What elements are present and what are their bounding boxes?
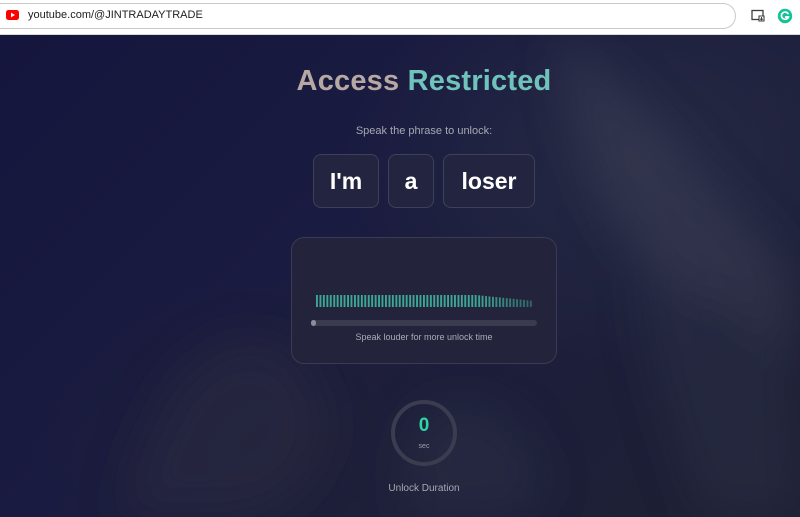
- meter-bar: [523, 299, 525, 307]
- meter-bar: [502, 297, 505, 307]
- meter-bar: [454, 295, 456, 307]
- meter-bar: [498, 297, 501, 307]
- youtube-icon: [6, 10, 19, 20]
- meter-bar: [519, 299, 522, 307]
- meter-bar: [460, 295, 463, 307]
- meter-bar: [436, 295, 439, 307]
- meter-bar: [505, 298, 508, 307]
- meter-bar: [526, 300, 529, 307]
- url-text[interactable]: youtube.com/@JINTRADAYTRADE: [28, 9, 203, 21]
- meter-bar: [471, 295, 474, 307]
- meter-bar: [326, 295, 329, 307]
- meter-bar: [516, 299, 518, 307]
- media-download-icon[interactable]: [750, 8, 766, 24]
- meter-bar: [481, 295, 484, 307]
- access-restricted-page: Access Restricted Speak the phrase to un…: [0, 35, 800, 517]
- meter-bar: [474, 295, 477, 307]
- meter-bar: [450, 295, 453, 307]
- meter-bar: [405, 295, 408, 307]
- timer-value: 0: [418, 415, 430, 436]
- unlock-duration-label: Unlock Duration: [388, 483, 460, 494]
- meter-bar: [509, 298, 512, 307]
- meter-bar: [398, 295, 401, 307]
- meter-bar: [492, 296, 494, 307]
- meter-bar: [443, 295, 446, 307]
- meter-bar: [360, 295, 363, 307]
- meter-bar: [426, 295, 429, 307]
- meter-bar: [412, 295, 415, 307]
- audio-level-meter: [316, 295, 532, 307]
- meter-bar: [388, 295, 391, 307]
- meter-bar: [440, 295, 443, 307]
- meter-bar: [485, 296, 487, 307]
- meter-bar: [391, 295, 394, 307]
- meter-bar: [329, 295, 332, 307]
- meter-bar: [316, 295, 318, 307]
- meter-bar: [367, 295, 370, 307]
- meter-bar: [333, 295, 336, 307]
- meter-bar: [529, 300, 532, 307]
- unlock-progress-track: [311, 320, 537, 326]
- page-title: Access Restricted: [0, 65, 800, 98]
- meter-bar: [429, 295, 432, 307]
- meter-bar: [347, 295, 349, 307]
- meter-bar: [467, 295, 470, 307]
- phrase-word: a: [388, 154, 434, 208]
- meter-bar: [371, 295, 374, 307]
- meter-bar: [319, 295, 322, 307]
- meter-bar: [374, 295, 377, 307]
- meter-bar: [464, 295, 467, 307]
- grammarly-icon[interactable]: [777, 8, 793, 24]
- loudness-hint: Speak louder for more unlock time: [355, 332, 493, 342]
- phrase-word: I'm: [313, 154, 379, 208]
- unlock-progress-fill: [311, 320, 316, 326]
- meter-bar: [433, 295, 436, 307]
- unlock-prompt: Speak the phrase to unlock:: [355, 125, 493, 137]
- meter-bar: [416, 295, 418, 307]
- meter-bar: [336, 295, 339, 307]
- title-part-access: Access: [296, 65, 400, 97]
- meter-bar: [340, 295, 343, 307]
- meter-bar: [354, 295, 356, 307]
- meter-bar: [409, 295, 412, 307]
- meter-bar: [381, 295, 384, 307]
- meter-bar: [343, 295, 346, 307]
- meter-bar: [478, 295, 481, 307]
- meter-bar: [322, 295, 325, 307]
- title-part-restricted: Restricted: [407, 65, 552, 97]
- meter-bar: [357, 295, 360, 307]
- meter-bar: [402, 295, 405, 307]
- meter-bar: [395, 295, 398, 307]
- meter-bar: [447, 295, 449, 307]
- meter-bar: [423, 295, 425, 307]
- browser-address-bar: youtube.com/@JINTRADAYTRADE: [0, 0, 800, 35]
- meter-bar: [350, 295, 353, 307]
- meter-bar: [457, 295, 460, 307]
- phrase-word: loser: [443, 154, 535, 208]
- meter-bar: [495, 297, 498, 307]
- meter-bar: [512, 298, 515, 307]
- meter-bar: [488, 296, 491, 307]
- timer-unit: sec: [418, 443, 430, 450]
- meter-bar: [364, 295, 367, 307]
- meter-bar: [419, 295, 422, 307]
- meter-bar: [378, 295, 380, 307]
- meter-bar: [385, 295, 387, 307]
